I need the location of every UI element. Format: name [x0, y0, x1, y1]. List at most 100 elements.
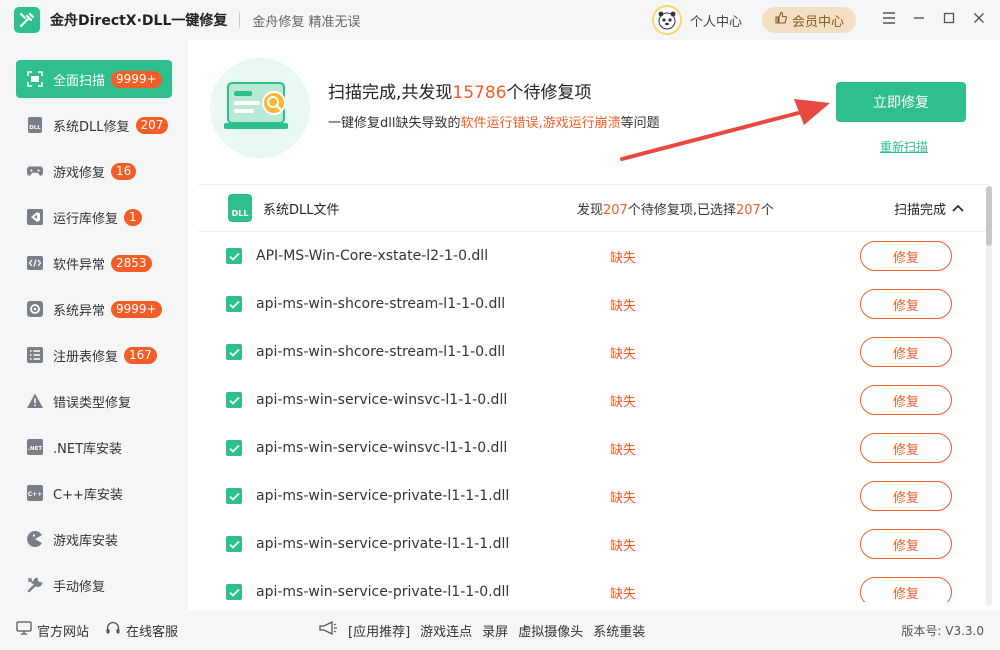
avatar[interactable] — [651, 5, 682, 35]
dll-status: 缺失 — [610, 442, 637, 458]
user-center-link[interactable]: 个人中心 — [690, 11, 742, 30]
dll-name: api-ms-win-shcore-stream-l1-1-0.dll — [256, 296, 506, 312]
rec-link-screen-record[interactable]: 录屏 — [482, 621, 508, 640]
sidebar-item-registry-repair[interactable]: 注册表修复 167 — [16, 336, 172, 374]
online-service-link[interactable]: 在线客服 — [105, 620, 178, 640]
monitor-icon — [16, 621, 32, 639]
count-suffix: 个 — [760, 202, 774, 218]
thumb-up-icon — [774, 11, 788, 29]
row-checkbox[interactable] — [226, 488, 242, 504]
repair-button[interactable]: 修复 — [860, 385, 952, 415]
dll-name: api-ms-win-service-winsvc-l1-1-0.dll — [256, 392, 508, 408]
row-checkbox[interactable] — [226, 344, 242, 360]
row-checkbox[interactable] — [226, 248, 242, 264]
sidebar-item-label: 游戏库安装 — [53, 533, 119, 549]
scan-result-subtitle: 一键修复dll缺失导致的软件运行错误,游戏运行崩溃等问题 — [328, 112, 660, 131]
official-site-link[interactable]: 官方网站 — [16, 621, 89, 640]
sidebar-item-system-dll[interactable]: DLL 系统DLL修复 207 — [16, 106, 172, 144]
list-item: api-ms-win-service-private-l1-1-1.dll 缺失… — [198, 520, 990, 568]
rec-link-virtual-camera[interactable]: 虚拟摄像头 — [518, 621, 583, 640]
row-checkbox[interactable] — [226, 392, 242, 408]
repair-button[interactable]: 修复 — [860, 337, 952, 367]
scrollbar-thumb[interactable] — [986, 186, 992, 246]
net-icon: .NET — [26, 438, 44, 456]
close-button[interactable] — [964, 0, 994, 40]
count-mid: 个待修复项,已选择 — [627, 202, 736, 218]
scan-issue-count: 15786 — [452, 83, 507, 103]
sidebar-item-manual-repair[interactable]: 手动修复 — [16, 566, 172, 604]
app-title: 金舟DirectX·DLL一键修复 — [50, 13, 228, 29]
selected-count: 207 — [735, 202, 761, 218]
repair-button[interactable]: 修复 — [860, 433, 952, 463]
dll-name: api-ms-win-service-private-l1-1-1.dll — [256, 488, 510, 504]
sidebar-item-label: C++库安装 — [53, 487, 123, 503]
group-status-label: 扫描完成 — [894, 202, 947, 218]
row-checkbox[interactable] — [226, 440, 242, 456]
sidebar-item-dotnet-install[interactable]: .NET .NET库安装 — [16, 428, 172, 466]
cpp-icon: C++ — [26, 484, 44, 502]
count-badge: 9999+ — [111, 70, 162, 88]
repair-button[interactable]: 修复 — [860, 289, 952, 319]
row-checkbox[interactable] — [226, 584, 242, 600]
sidebar-item-full-scan[interactable]: 全面扫描 9999+ — [16, 60, 172, 98]
dll-name: api-ms-win-service-private-l1-1-0.dll — [256, 584, 510, 600]
scan-title-suffix: 个待修复项 — [506, 83, 592, 103]
sidebar-item-game-repair[interactable]: 游戏修复 16 — [16, 152, 172, 190]
dll-status: 缺失 — [610, 250, 637, 266]
scan-summary-banner: 扫描完成,共发现15786个待修复项 一键修复dll缺失导致的软件运行错误,游戏… — [188, 40, 1000, 180]
dll-status: 缺失 — [610, 490, 637, 506]
title-divider — [239, 12, 241, 28]
sidebar-item-runtime-repair[interactable]: 运行库修复 1 — [16, 198, 172, 236]
gamepad-icon — [26, 162, 44, 180]
gear-icon — [26, 300, 44, 318]
group-count: 发现207个待修复项,已选择207个 — [577, 199, 774, 218]
count-badge: 2853 — [111, 254, 152, 272]
repair-button[interactable]: 修复 — [860, 529, 952, 559]
sidebar-item-cpp-install[interactable]: C++ C++库安装 — [16, 474, 172, 512]
checkmark-icon — [228, 540, 240, 549]
sidebar-item-label: 游戏修复 — [53, 165, 106, 181]
vip-center-button[interactable]: 会员中心 — [761, 7, 856, 33]
row-checkbox[interactable] — [226, 536, 242, 552]
repair-button[interactable]: 修复 — [860, 481, 952, 511]
sidebar-item-game-lib-install[interactable]: 游戏库安装 — [16, 520, 172, 558]
checkmark-icon — [228, 396, 240, 405]
minimize-icon — [913, 12, 925, 28]
list-item: api-ms-win-service-winsvc-l1-1-0.dll 缺失 … — [198, 376, 990, 424]
dll-group-header[interactable]: DLL 系统DLL文件 发现207个待修复项,已选择207个 扫描完成 — [198, 184, 990, 232]
scan-illustration-icon — [210, 58, 310, 158]
maximize-icon — [943, 12, 955, 28]
maximize-button[interactable] — [934, 0, 964, 40]
svg-text:.NET: .NET — [28, 446, 42, 452]
menu-button[interactable] — [874, 0, 904, 40]
scan-sub-prefix: 一键修复dll缺失导致的 — [328, 116, 461, 131]
checkmark-icon — [228, 252, 240, 261]
count-badge: 207 — [135, 116, 169, 134]
dll-icon-text: DLL — [231, 209, 249, 218]
group-status[interactable]: 扫描完成 — [894, 199, 964, 218]
sidebar-item-error-type-repair[interactable]: 错误类型修复 — [16, 382, 172, 420]
rec-link-auto-clicker[interactable]: 游戏连点 — [420, 621, 472, 640]
list-scrollbar[interactable] — [986, 186, 992, 606]
rescan-link[interactable]: 重新扫描 — [880, 138, 928, 155]
recommend-label: [应用推荐] — [348, 624, 411, 640]
sidebar-item-software-error[interactable]: 软件异常 2853 — [16, 244, 172, 282]
version-label: 版本号: V3.3.0 — [901, 623, 984, 638]
repair-button[interactable]: 修复 — [860, 577, 952, 602]
count-prefix: 发现 — [577, 202, 604, 218]
checkmark-icon — [228, 588, 240, 597]
footer-bar: 官方网站 在线客服 [应用推荐] 游戏连点 录屏 虚拟摄像头 系统重装 版本号:… — [0, 610, 1000, 650]
found-count: 207 — [603, 202, 628, 218]
app-logo-icon — [14, 7, 40, 33]
pacman-icon — [26, 530, 44, 548]
minimize-button[interactable] — [904, 0, 934, 40]
repair-button[interactable]: 修复 — [860, 241, 952, 271]
count-badge: 16 — [111, 162, 137, 180]
row-checkbox[interactable] — [226, 296, 242, 312]
list-icon — [26, 346, 44, 364]
sidebar-item-system-error[interactable]: 系统异常 9999+ — [16, 290, 172, 328]
dll-icon: DLL — [26, 116, 44, 134]
rec-link-system-reinstall[interactable]: 系统重装 — [593, 621, 645, 640]
fix-now-button[interactable]: 立即修复 — [836, 82, 966, 122]
sidebar-item-label: 软件异常 — [53, 257, 106, 273]
